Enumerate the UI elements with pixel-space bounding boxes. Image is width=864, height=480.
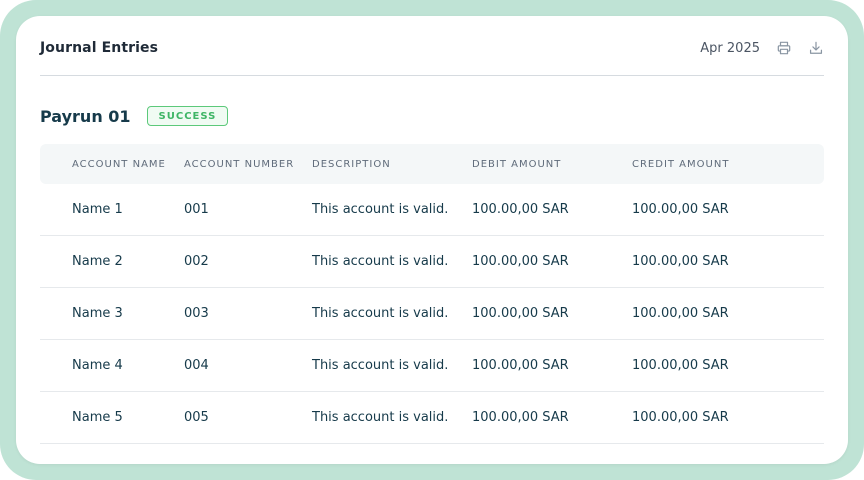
description-cell: This account is valid. <box>312 202 449 217</box>
page-title: Journal Entries <box>40 40 159 56</box>
credit-amount-cell: 100.00,00 SAR <box>632 254 729 269</box>
period-date: Apr 2025 <box>700 40 760 56</box>
column-header-credit-amount[interactable]: CREDIT AMOUNT <box>632 159 792 170</box>
table-row[interactable]: Name 4 004 This account is valid. 100.00… <box>40 340 824 392</box>
journal-table: ACCOUNT NAME ACCOUNT NUMBER DESCRIPTION … <box>40 144 824 444</box>
credit-amount-cell: 100.00,00 SAR <box>632 306 729 321</box>
outer-frame: Journal Entries Apr 2025 Payrun 01 SUCCE… <box>0 0 864 480</box>
column-header-description[interactable]: DESCRIPTION <box>312 159 472 170</box>
column-header-account-number[interactable]: ACCOUNT NUMBER <box>184 159 312 170</box>
credit-amount-cell: 100.00,00 SAR <box>632 202 729 217</box>
printer-icon[interactable] <box>776 40 792 56</box>
account-number-cell: 002 <box>184 254 209 269</box>
account-name-cell: Name 3 <box>72 306 123 321</box>
debit-amount-cell: 100.00,00 SAR <box>472 306 569 321</box>
description-cell: This account is valid. <box>312 306 449 321</box>
payrun-title: Payrun 01 <box>40 106 131 126</box>
debit-amount-cell: 100.00,00 SAR <box>472 410 569 425</box>
card-header: Journal Entries Apr 2025 <box>40 38 824 58</box>
download-icon[interactable] <box>808 40 824 56</box>
header-actions: Apr 2025 <box>700 40 824 56</box>
account-number-cell: 004 <box>184 358 209 373</box>
table-row[interactable]: Name 3 003 This account is valid. 100.00… <box>40 288 824 340</box>
column-header-account-name[interactable]: ACCOUNT NAME <box>40 159 184 170</box>
table-header: ACCOUNT NAME ACCOUNT NUMBER DESCRIPTION … <box>40 144 824 184</box>
account-number-cell: 005 <box>184 410 209 425</box>
debit-amount-cell: 100.00,00 SAR <box>472 202 569 217</box>
status-badge: SUCCESS <box>146 106 229 126</box>
table-row[interactable]: Name 1 001 This account is valid. 100.00… <box>40 184 824 236</box>
payrun-heading: Payrun 01 SUCCESS <box>40 106 229 126</box>
description-cell: This account is valid. <box>312 410 449 425</box>
debit-amount-cell: 100.00,00 SAR <box>472 358 569 373</box>
table-row[interactable]: Name 2 002 This account is valid. 100.00… <box>40 236 824 288</box>
description-cell: This account is valid. <box>312 254 449 269</box>
account-name-cell: Name 5 <box>72 410 123 425</box>
journal-card: Journal Entries Apr 2025 Payrun 01 SUCCE… <box>16 16 848 464</box>
column-header-debit-amount[interactable]: DEBIT AMOUNT <box>472 159 632 170</box>
account-name-cell: Name 4 <box>72 358 123 373</box>
account-number-cell: 003 <box>184 306 209 321</box>
table-row[interactable]: Name 5 005 This account is valid. 100.00… <box>40 392 824 444</box>
account-name-cell: Name 2 <box>72 254 123 269</box>
credit-amount-cell: 100.00,00 SAR <box>632 358 729 373</box>
debit-amount-cell: 100.00,00 SAR <box>472 254 569 269</box>
description-cell: This account is valid. <box>312 358 449 373</box>
credit-amount-cell: 100.00,00 SAR <box>632 410 729 425</box>
header-divider <box>40 75 824 76</box>
account-name-cell: Name 1 <box>72 202 123 217</box>
account-number-cell: 001 <box>184 202 209 217</box>
